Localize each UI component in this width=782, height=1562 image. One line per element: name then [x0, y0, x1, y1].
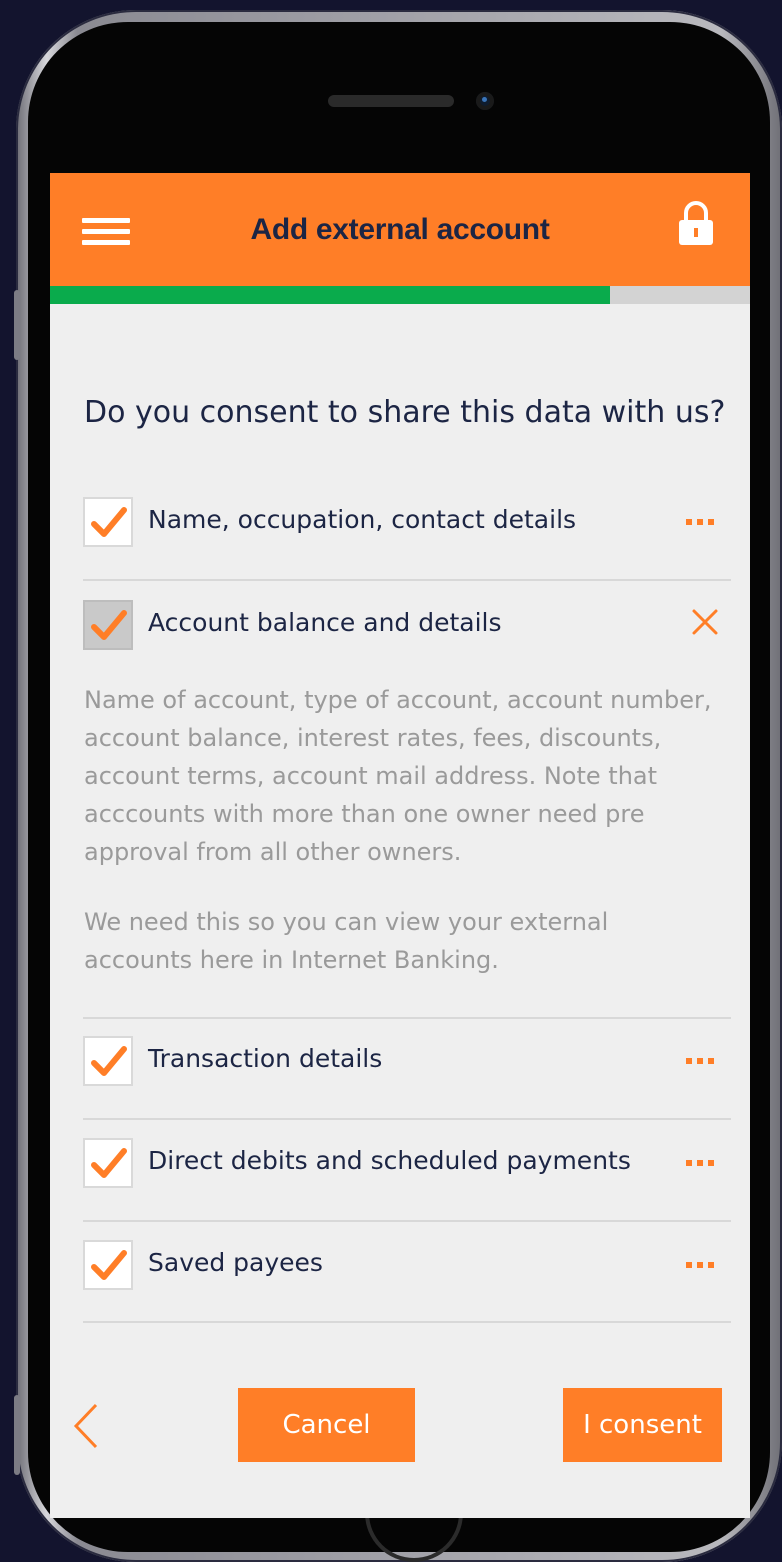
checkmark-icon — [91, 610, 127, 640]
consent-item-label: Saved payees — [148, 1248, 323, 1277]
more-options-icon[interactable] — [686, 1262, 716, 1270]
consent-item-transaction-details: Transaction details — [83, 1032, 731, 1092]
progress-fill — [50, 286, 610, 304]
consent-item-label: Transaction details — [148, 1044, 383, 1073]
more-options-icon[interactable] — [686, 1160, 716, 1168]
consent-button[interactable]: I consent — [563, 1388, 722, 1462]
consent-detail-text: Name of account, type of account, accoun… — [84, 686, 712, 866]
checkmark-icon — [91, 1148, 127, 1178]
close-icon[interactable] — [691, 608, 719, 636]
consent-checkbox[interactable] — [83, 1036, 133, 1086]
consent-item-account-balance: Account balance and details — [83, 596, 731, 656]
divider — [83, 1118, 731, 1120]
consent-checkbox[interactable] — [83, 1138, 133, 1188]
lock-icon — [678, 201, 714, 247]
divider — [83, 579, 731, 581]
consent-checkbox-disabled — [83, 600, 133, 650]
consent-item-name-occupation: Name, occupation, contact details — [83, 493, 731, 553]
progress-bar — [50, 286, 750, 304]
top-bar: Add external account — [50, 173, 750, 286]
consent-checkbox[interactable] — [83, 497, 133, 547]
consent-item-label: Account balance and details — [148, 608, 502, 637]
consent-detail-purpose: We need this so you can view your extern… — [84, 908, 609, 974]
checkmark-icon — [91, 507, 127, 537]
consent-checkbox[interactable] — [83, 1240, 133, 1290]
consent-item-direct-debits: Direct debits and scheduled payments — [83, 1134, 731, 1194]
phone-camera — [476, 92, 494, 110]
phone-side-button — [14, 290, 20, 360]
consent-item-label: Name, occupation, contact details — [148, 505, 577, 534]
consent-item-saved-payees: Saved payees — [83, 1236, 731, 1296]
chevron-left-icon[interactable] — [72, 1401, 102, 1451]
divider — [83, 1017, 731, 1019]
divider — [83, 1321, 731, 1323]
phone-side-button — [14, 1395, 20, 1475]
consent-question: Do you consent to share this data with u… — [84, 395, 726, 430]
checkmark-icon — [91, 1046, 127, 1076]
page-title: Add external account — [250, 213, 550, 246]
divider — [83, 1220, 731, 1222]
app-screen: Add external account Do you consent to s… — [50, 173, 750, 1518]
phone-speaker — [328, 95, 454, 107]
cancel-button[interactable]: Cancel — [238, 1388, 415, 1462]
more-options-icon[interactable] — [686, 519, 716, 527]
more-options-icon[interactable] — [686, 1058, 716, 1066]
checkmark-icon — [91, 1250, 127, 1280]
consent-item-label: Direct debits and scheduled payments — [148, 1146, 631, 1175]
